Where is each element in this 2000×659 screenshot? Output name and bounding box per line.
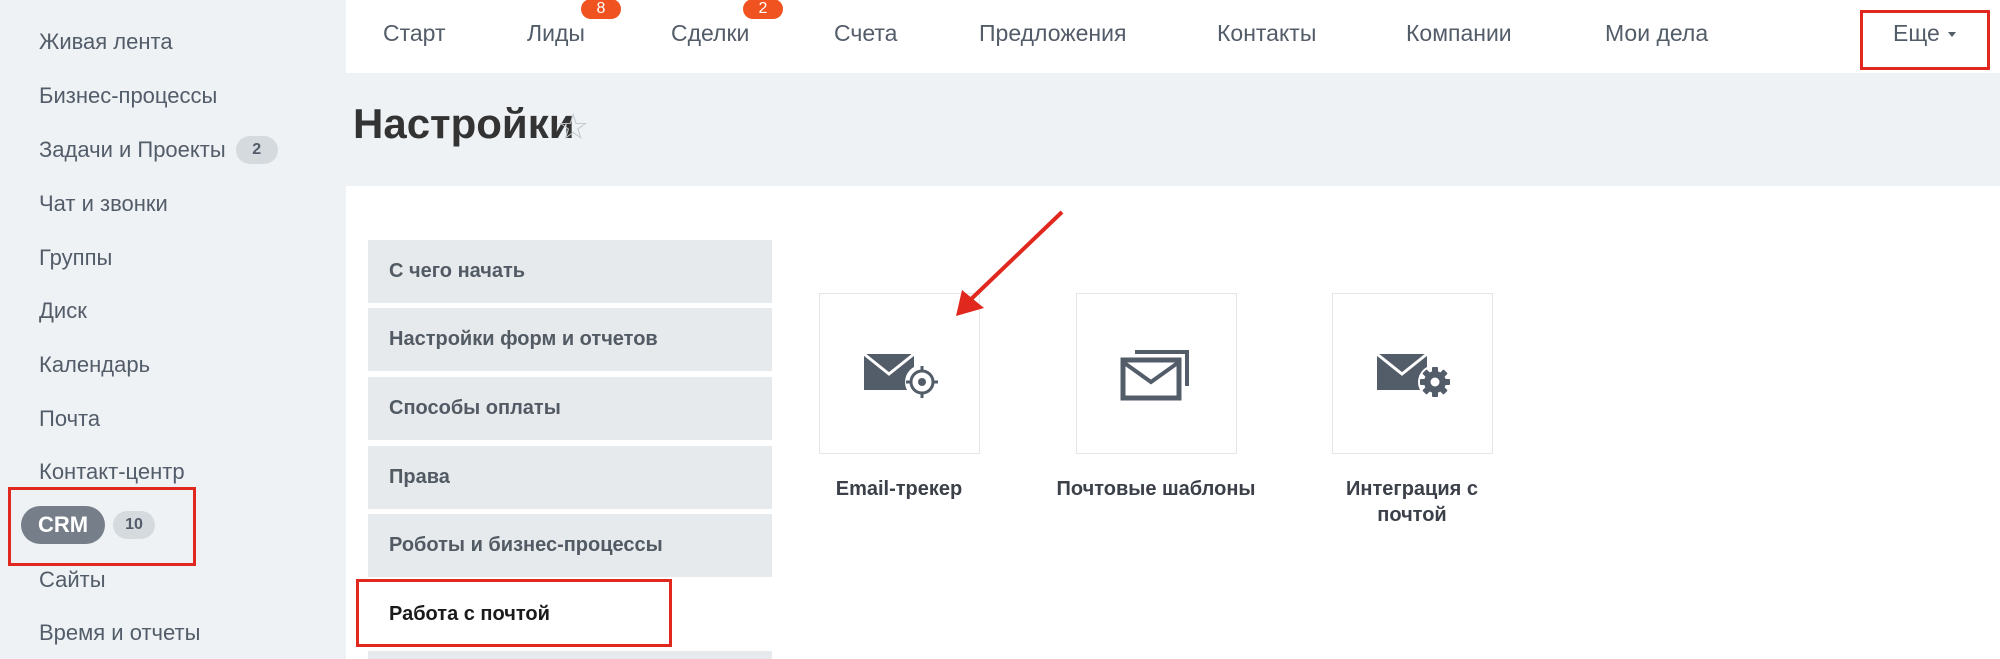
nav-item-label: Лиды <box>527 19 585 46</box>
mail-templates-tile[interactable] <box>1076 293 1237 454</box>
favorite-star-icon[interactable]: ☆ <box>557 106 589 148</box>
nav-item-quotes[interactable]: Предложения <box>979 0 1126 66</box>
mail-integration-icon <box>1375 352 1452 399</box>
mail-integration-label: Интеграция с почтой <box>1346 478 1478 526</box>
sidebar-item-calendar[interactable]: Календарь <box>39 343 150 387</box>
sidebar-item-label: Почта <box>39 406 101 431</box>
email-tracker-label: Email-трекер <box>835 478 963 500</box>
email-tracker-icon <box>862 352 939 399</box>
settings-menu-label: Способы оплаты <box>389 397 561 419</box>
nav-item-leads[interactable]: Лиды 8 <box>527 0 621 66</box>
nav-item-label: Старт <box>383 19 446 46</box>
page-title: Настройки <box>353 100 575 147</box>
top-navigation: Старт Лиды 8 Сделки 2 Счета Предложения … <box>346 0 2000 73</box>
sidebar-item-label: Группы <box>39 245 113 270</box>
nav-item-label: Мои дела <box>1605 19 1709 46</box>
highlight-crm-box <box>8 487 196 566</box>
nav-item-invoices[interactable]: Счета <box>834 0 897 66</box>
sidebar-item-disk[interactable]: Диск <box>39 289 87 333</box>
sidebar-item-label: Диск <box>39 298 87 323</box>
deals-count-badge: 2 <box>743 0 783 19</box>
highlight-mail-settings-box <box>356 579 672 647</box>
sidebar-item-label: Бизнес-процессы <box>39 83 218 108</box>
nav-item-companies[interactable]: Компании <box>1406 0 1512 66</box>
tasks-counter-badge: 2 <box>235 136 278 164</box>
nav-item-label: Компании <box>1406 19 1512 46</box>
annotation-arrow-icon <box>956 210 1064 316</box>
leads-count-badge: 8 <box>581 0 621 19</box>
nav-item-label: Предложения <box>979 19 1127 46</box>
settings-menu-label: С чего начать <box>389 260 526 282</box>
settings-menu-getting-started[interactable]: С чего начать <box>368 240 772 303</box>
settings-menu-next-item[interactable] <box>368 651 772 659</box>
nav-item-start[interactable]: Старт <box>383 0 446 66</box>
sidebar-item-label: Чат и звонки <box>39 191 168 216</box>
sidebar-item-mail[interactable]: Почта <box>39 397 100 441</box>
sidebar-item-chat-calls[interactable]: Чат и звонки <box>39 182 168 226</box>
sidebar-item-label: Контакт-центр <box>39 459 185 484</box>
nav-item-label: Контакты <box>1217 19 1317 46</box>
nav-item-my-activities[interactable]: Мои дела <box>1605 0 1708 66</box>
sidebar-item-label: Живая лента <box>39 29 173 54</box>
sidebar-item-label: Время и отчеты <box>39 620 201 645</box>
sidebar-item-live-feed[interactable]: Живая лента <box>39 20 173 64</box>
nav-item-deals[interactable]: Сделки 2 <box>671 0 783 66</box>
nav-item-contacts[interactable]: Контакты <box>1217 0 1316 66</box>
nav-item-label: Сделки <box>671 19 750 46</box>
sidebar-item-tasks-projects[interactable]: Задачи и Проекты 2 <box>39 128 278 172</box>
settings-menu-permissions[interactable]: Права <box>368 446 772 509</box>
sidebar-item-groups[interactable]: Группы <box>39 236 112 280</box>
highlight-more-box <box>1860 10 1990 70</box>
sidebar-item-time-reports[interactable]: Время и отчеты <box>39 611 200 655</box>
settings-menu-label: Настройки форм и отчетов <box>389 328 658 350</box>
settings-menu-robots-bp[interactable]: Роботы и бизнес-процессы <box>368 514 772 577</box>
settings-menu-label: Роботы и бизнес-процессы <box>389 534 663 556</box>
settings-menu-forms-reports[interactable]: Настройки форм и отчетов <box>368 308 772 371</box>
mail-templates-icon <box>1120 349 1189 400</box>
settings-menu-payment-methods[interactable]: Способы оплаты <box>368 377 772 440</box>
mail-integration-tile[interactable] <box>1332 293 1493 454</box>
sidebar-item-business-processes[interactable]: Бизнес-процессы <box>39 74 217 118</box>
nav-item-label: Счета <box>834 19 898 46</box>
sidebar-item-label: Календарь <box>39 352 151 377</box>
sidebar-item-label: Сайты <box>39 567 106 592</box>
sidebar-item-label: Задачи и Проекты <box>39 137 226 162</box>
mail-templates-label: Почтовые шаблоны <box>1056 478 1256 500</box>
settings-menu-label: Права <box>389 466 450 488</box>
